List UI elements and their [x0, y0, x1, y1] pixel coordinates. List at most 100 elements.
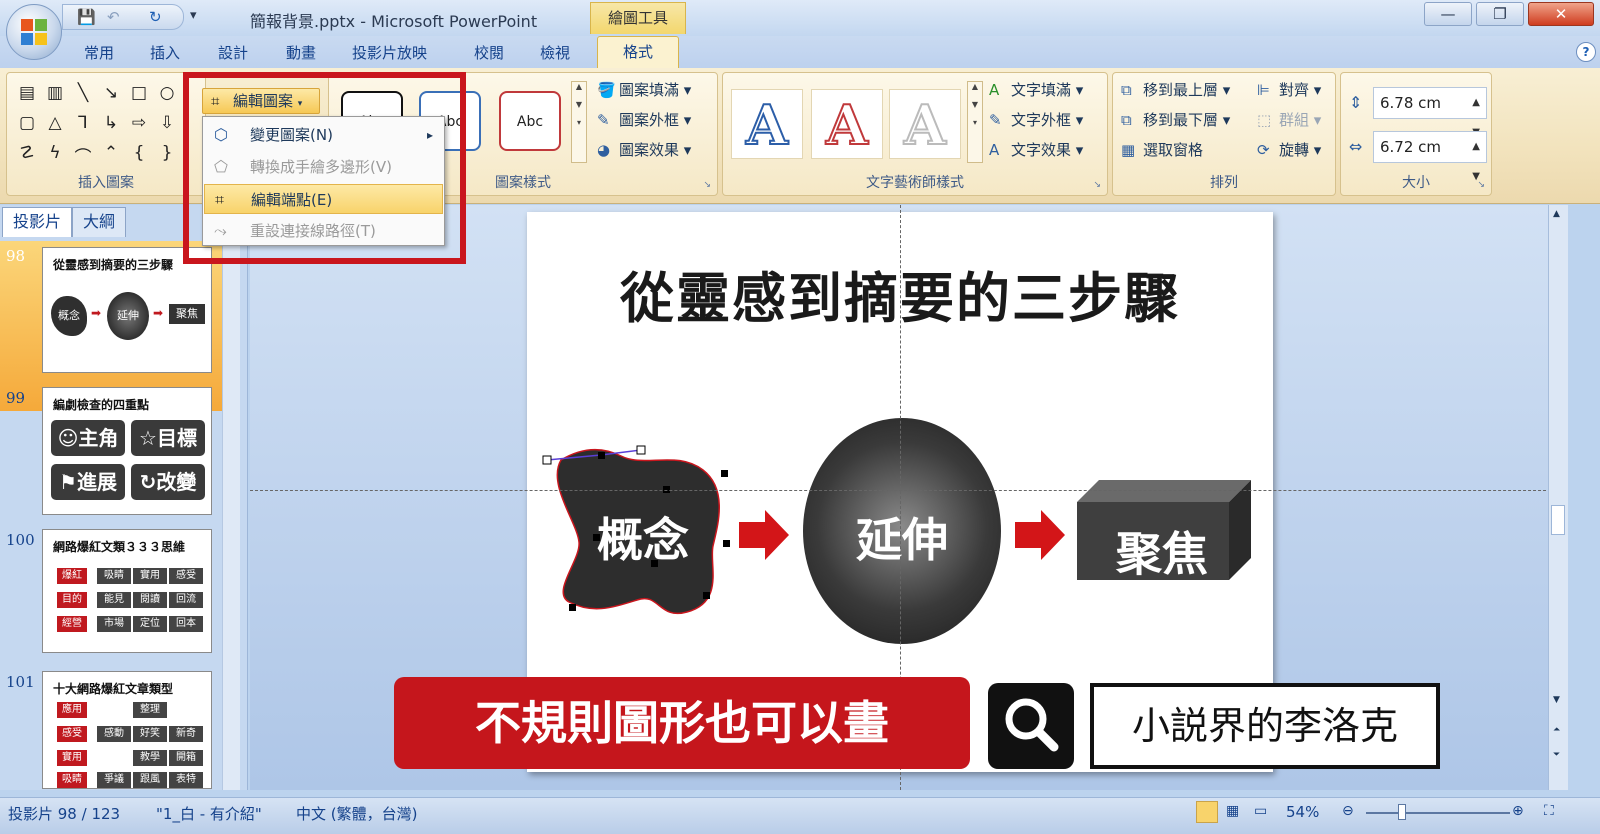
line-shape-icon[interactable]: ╲ [71, 83, 95, 103]
horizontal-guide[interactable] [250, 490, 1556, 491]
qat-customize-icon[interactable]: ▾ [190, 8, 197, 23]
shape-width-input[interactable]: 6.72 cm ▲ ▼ [1373, 131, 1487, 182]
rectangle-shape-icon[interactable]: □ [127, 83, 151, 103]
send-to-back-button[interactable]: ⧉ 移到最下層 ▾ [1121, 109, 1230, 130]
wordart-style-blue[interactable]: A [731, 89, 803, 159]
thumb-cell: 回流 [169, 592, 203, 608]
slide-thumbnail-pane: 投影片 大綱 ✕ 98 從靈感到摘要的三步驟 概念 ➡ 延伸 ➡ 聚焦 99 編… [0, 205, 248, 790]
text-fill-button[interactable]: A 文字填滿 ▾ [989, 79, 1083, 100]
pen-icon: ✎ [597, 111, 610, 129]
shape-height-input[interactable]: 6.78 cm▲▼ [1373, 87, 1487, 138]
align-button[interactable]: ⊫ 對齊 ▾ [1257, 79, 1321, 100]
undo-icon[interactable]: ↶ [107, 8, 120, 26]
zoom-in-icon[interactable]: ⊕ [1512, 803, 1524, 819]
previous-slide-icon[interactable]: ⏶ [1553, 725, 1560, 735]
send-to-back-icon: ⧉ [1121, 111, 1132, 129]
text-effects-icon: A [989, 141, 1000, 159]
left-brace-shape-icon[interactable]: { [127, 143, 151, 163]
freeform-shape-icon[interactable]: ☡ [15, 143, 39, 163]
rotate-icon: ⟳ [1257, 141, 1270, 159]
shape-fill-button[interactable]: 🪣 圖案填滿 ▾ [597, 79, 691, 100]
tab-slideshow[interactable]: 投影片放映 [352, 42, 427, 63]
zoom-slider[interactable] [1366, 812, 1510, 814]
slide-thumbnail-100[interactable]: 網路爆紅文類３３３思維 爆紅 吸睛 實用 感受 目的 能見 閱讀 回流 經營 市… [42, 529, 212, 653]
textbox-shape-icon[interactable]: ▤ [15, 83, 39, 103]
zoom-slider-thumb[interactable] [1398, 804, 1406, 820]
down-arrow-shape-icon[interactable]: ⇩ [155, 113, 179, 133]
arc-shape-icon[interactable]: ⌒ [71, 143, 95, 168]
language-indicator[interactable]: 中文 (繁體，台灣) [296, 803, 417, 824]
zoom-level[interactable]: 54% [1286, 803, 1319, 821]
bezier-handle-point [636, 445, 646, 455]
rotate-button[interactable]: ⟳ 旋轉 ▾ [1257, 139, 1321, 160]
fit-to-window-icon[interactable]: ⛶ [1544, 803, 1554, 819]
elbow-connector-shape-icon[interactable]: ⅂ [71, 113, 95, 133]
text-effects-button[interactable]: A 文字效果 ▾ [989, 139, 1083, 160]
status-bar: 投影片 98 / 123 "1_白 - 有介紹" 中文 (繁體，台灣) ▦ ▭ … [0, 797, 1600, 834]
office-button[interactable] [6, 4, 62, 60]
thumb-cell: 好笑 [133, 726, 167, 742]
tab-home[interactable]: 常用 [84, 42, 114, 63]
shape-outline-button[interactable]: ✎ 圖案外框 ▾ [597, 109, 691, 130]
shape-effects-button[interactable]: ◕ 圖案效果 ▾ [597, 139, 691, 160]
thumbnail-scrollbar[interactable] [222, 245, 240, 790]
dialog-launcher-icon[interactable]: ↘ [1477, 180, 1485, 190]
edit-point [721, 470, 728, 477]
office-logo-icon [21, 19, 49, 47]
group-button[interactable]: ⬚ 群組 ▾ [1257, 109, 1321, 130]
wordart-styles-scroll[interactable]: ▲ ▼ ▾ [967, 81, 983, 163]
tab-design[interactable]: 設計 [218, 42, 248, 63]
help-icon[interactable]: ? [1576, 42, 1596, 62]
thumb-cell: 實用 [133, 568, 167, 584]
text-outline-button[interactable]: ✎ 文字外框 ▾ [989, 109, 1083, 130]
slide-thumbnail-99[interactable]: 編劇檢查的四重點 ☺主角 ☆目標 ⚑進展 ↻改變 [42, 387, 212, 515]
selection-pane-button[interactable]: ▦ 選取窗格 [1121, 139, 1203, 160]
restore-button[interactable]: ❐ [1476, 2, 1524, 26]
normal-view-icon[interactable] [1196, 801, 1218, 823]
bring-to-front-button[interactable]: ⧉ 移到最上層 ▾ [1121, 79, 1230, 100]
triangle-shape-icon[interactable]: △ [43, 113, 67, 133]
right-arrow-shape-icon[interactable]: ⇨ [127, 113, 151, 133]
tab-outline[interactable]: 大綱 [72, 207, 127, 237]
tab-slides[interactable]: 投影片 [2, 207, 73, 237]
tab-view[interactable]: 檢視 [540, 42, 570, 63]
oval-shape-icon[interactable]: ○ [155, 83, 179, 103]
wordart-style-red[interactable]: A [811, 89, 883, 159]
slide-thumbnail-101[interactable]: 十大網路爆紅文章類型 應用 整理 感受 感動 好笑 新奇 實用 教學 開箱 吸睛… [42, 671, 212, 789]
dialog-launcher-icon[interactable]: ↘ [703, 180, 711, 190]
save-icon[interactable]: 💾 [77, 8, 96, 26]
group-label-wordart: 文字藝術師樣式 [866, 175, 964, 191]
thumb-cell: 能見 [97, 592, 131, 608]
search-icon [988, 683, 1074, 769]
tab-animations[interactable]: 動畫 [286, 42, 316, 63]
arrow-line-shape-icon[interactable]: ↘ [99, 83, 123, 103]
curve-shape-icon[interactable]: ⌃ [99, 143, 123, 163]
close-button[interactable]: ✕ [1528, 2, 1594, 26]
lightning-shape-icon[interactable]: ϟ [43, 143, 67, 163]
right-brace-shape-icon[interactable]: } [155, 143, 179, 163]
slide-thumbnail-98[interactable]: 從靈感到摘要的三步驟 概念 ➡ 延伸 ➡ 聚焦 [42, 247, 212, 373]
minimize-button[interactable]: — [1424, 2, 1472, 26]
elbow-arrow-shape-icon[interactable]: ↳ [99, 113, 123, 133]
selection-pane-icon: ▦ [1121, 141, 1136, 159]
annotation-highlight-frame [183, 72, 466, 264]
thumb-item: ☺主角 [51, 420, 125, 456]
tab-format[interactable]: 格式 [597, 36, 679, 69]
next-slide-icon[interactable]: ⏷ [1553, 750, 1560, 760]
slideshow-icon[interactable]: ▭ [1254, 803, 1267, 819]
group-icon: ⬚ [1257, 111, 1272, 129]
vertical-scrollbar[interactable]: ▲ ▼ ⏶ ⏷ [1548, 205, 1568, 790]
tab-review[interactable]: 校閱 [474, 42, 504, 63]
dialog-launcher-icon[interactable]: ↘ [1093, 180, 1101, 190]
wordart-style-gray[interactable]: A [889, 89, 961, 159]
rounded-rect-shape-icon[interactable]: ▢ [15, 113, 39, 133]
thumb-cell: 吸睛 [97, 568, 131, 584]
vertical-textbox-shape-icon[interactable]: ▥ [43, 83, 67, 103]
redo-icon[interactable]: ↻ [149, 8, 162, 26]
shape-style-red[interactable]: Abc [499, 91, 561, 151]
tab-insert[interactable]: 插入 [150, 42, 180, 63]
zoom-out-icon[interactable]: ⊖ [1342, 803, 1354, 819]
slide-sorter-icon[interactable]: ▦ [1226, 803, 1239, 819]
shape-styles-scroll[interactable]: ▲ ▼ ▾ [571, 81, 587, 163]
scroll-thumb[interactable] [1551, 505, 1565, 535]
